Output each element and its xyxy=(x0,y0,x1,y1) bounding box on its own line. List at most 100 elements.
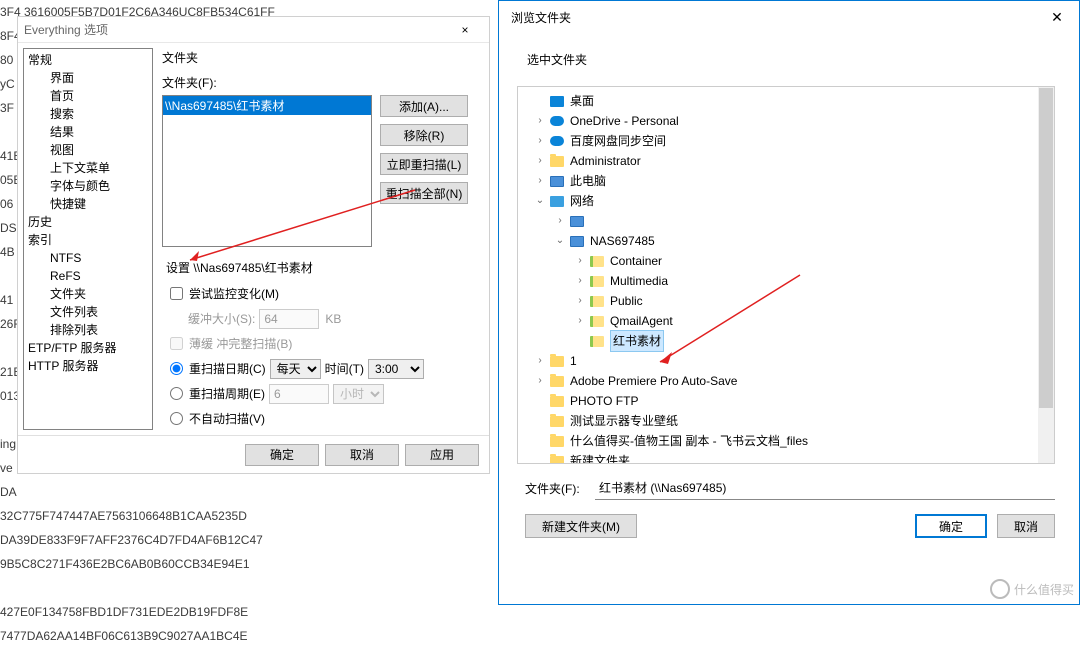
cancel-button[interactable]: 取消 xyxy=(325,444,399,466)
folder-icon xyxy=(548,373,566,389)
folder-field-label: 文件夹(F): xyxy=(162,74,483,91)
folder-tree-node[interactable]: › 百度网盘同步空间 xyxy=(518,131,1054,151)
tree-node[interactable]: 文件夹 xyxy=(28,285,148,303)
dilute-scan-label: 薄缓 冲完整扫描(B) xyxy=(189,335,292,352)
folder-tree-node[interactable]: 测试显示器专业壁纸 xyxy=(518,411,1054,431)
scrollbar-thumb[interactable] xyxy=(1039,88,1053,408)
folder-tree-node[interactable]: 新建文件夹 xyxy=(518,451,1054,464)
tree-node[interactable]: HTTP 服务器 xyxy=(28,357,148,375)
close-icon[interactable]: × xyxy=(445,23,485,37)
scrollbar[interactable] xyxy=(1038,87,1054,463)
titlebar[interactable]: 浏览文件夹 ✕ xyxy=(499,1,1079,33)
folder-list-item[interactable]: \\Nas697485\红书素材 xyxy=(163,96,371,115)
tree-node[interactable]: 搜索 xyxy=(28,105,148,123)
dilute-scan-checkbox[interactable] xyxy=(170,337,183,350)
ok-button[interactable]: 确定 xyxy=(915,514,987,538)
folder-icon xyxy=(548,393,566,409)
pc-icon xyxy=(568,233,586,249)
folder-tree-node[interactable]: › 1 xyxy=(518,351,1054,371)
rescan-cycle-radio[interactable] xyxy=(170,387,183,400)
folder-tree-node[interactable]: › Container xyxy=(518,251,1054,271)
folder-tree-node[interactable]: › Adobe Premiere Pro Auto-Save xyxy=(518,371,1054,391)
tree-node[interactable]: ETP/FTP 服务器 xyxy=(28,339,148,357)
chevron-icon[interactable]: › xyxy=(532,151,548,171)
buffer-unit: KB xyxy=(325,312,341,326)
tree-node[interactable]: NTFS xyxy=(28,249,148,267)
cycle-value-input[interactable] xyxy=(269,384,329,404)
cloud-icon xyxy=(548,133,566,149)
folder-tree-node[interactable]: › 此电脑 xyxy=(518,171,1054,191)
chevron-icon[interactable]: › xyxy=(572,291,588,311)
folder-label: 1 xyxy=(570,351,577,371)
rescan-date-select[interactable]: 每天 xyxy=(270,359,321,379)
folder-tree-node[interactable]: › xyxy=(518,211,1054,231)
chevron-icon[interactable]: › xyxy=(532,131,548,151)
folder-tree-node[interactable]: › Administrator xyxy=(518,151,1054,171)
folder-tree-node[interactable]: › QmailAgent xyxy=(518,311,1054,331)
folder-tree[interactable]: 桌面 › OneDrive - Personal › 百度网盘同步空间 › Ad… xyxy=(517,86,1055,464)
tree-node[interactable]: 界面 xyxy=(28,69,148,87)
tree-node[interactable]: 历史 xyxy=(28,213,148,231)
titlebar[interactable]: Everything 选项 × xyxy=(18,17,489,43)
folder-icon xyxy=(548,453,566,464)
tree-node[interactable]: 快捷键 xyxy=(28,195,148,213)
chevron-icon[interactable]: › xyxy=(572,251,588,271)
chevron-icon[interactable]: › xyxy=(532,371,548,391)
close-icon[interactable]: ✕ xyxy=(1035,2,1079,32)
folder-tree-node[interactable]: › Public xyxy=(518,291,1054,311)
time-label: 时间(T) xyxy=(325,360,364,377)
time-select[interactable]: 3:00 xyxy=(368,359,424,379)
cancel-button[interactable]: 取消 xyxy=(997,514,1055,538)
folder-label: Administrator xyxy=(570,151,641,171)
tree-node[interactable]: 索引 xyxy=(28,231,148,249)
folder-tree-node[interactable]: 桌面 xyxy=(518,91,1054,111)
chevron-icon[interactable]: › xyxy=(532,351,548,371)
apply-button[interactable]: 应用 xyxy=(405,444,479,466)
folder-tree-node[interactable]: 什么值得买-值物王国 副本 - 飞书云文档_files xyxy=(518,431,1054,451)
chevron-icon[interactable]: › xyxy=(532,111,548,131)
chevron-icon[interactable]: ⌄ xyxy=(532,191,548,211)
tree-node[interactable]: 字体与颜色 xyxy=(28,177,148,195)
remove-button[interactable]: 移除(R) xyxy=(380,124,468,146)
folder-open-icon xyxy=(588,273,606,289)
folder-label: PHOTO FTP xyxy=(570,391,638,411)
add-button[interactable]: 添加(A)... xyxy=(380,95,468,117)
rescan-date-radio[interactable] xyxy=(170,362,183,375)
tree-node[interactable]: 上下文菜单 xyxy=(28,159,148,177)
tree-node[interactable]: 结果 xyxy=(28,123,148,141)
pc-icon xyxy=(548,173,566,189)
folder-tree-node[interactable]: PHOTO FTP xyxy=(518,391,1054,411)
chevron-icon[interactable]: › xyxy=(572,311,588,331)
chevron-icon[interactable]: › xyxy=(572,271,588,291)
buffer-size-input[interactable] xyxy=(259,309,319,329)
tree-node[interactable]: 常规 xyxy=(28,51,148,69)
folder-path-input[interactable] xyxy=(595,476,1055,500)
folder-icon xyxy=(548,433,566,449)
category-tree[interactable]: 常规界面首页搜索结果视图上下文菜单字体与颜色快捷键历史索引NTFSReFS文件夹… xyxy=(23,48,153,430)
tree-node[interactable]: 文件列表 xyxy=(28,303,148,321)
folder-label: Multimedia xyxy=(610,271,668,291)
tree-node[interactable]: 首页 xyxy=(28,87,148,105)
new-folder-button[interactable]: 新建文件夹(M) xyxy=(525,514,637,538)
rescan-all-button[interactable]: 重扫描全部(N) xyxy=(380,182,468,204)
cycle-unit-select[interactable]: 小时 xyxy=(333,384,384,404)
chevron-icon[interactable]: › xyxy=(552,211,568,231)
folder-tree-node[interactable]: 红书素材 xyxy=(518,331,1054,351)
chevron-icon[interactable]: › xyxy=(532,171,548,191)
folder-tree-node[interactable]: › OneDrive - Personal xyxy=(518,111,1054,131)
folder-field-label: 文件夹(F): xyxy=(525,480,595,497)
monitor-changes-checkbox[interactable] xyxy=(170,287,183,300)
folder-label: 测试显示器专业壁纸 xyxy=(570,411,678,431)
rescan-date-label: 重扫描日期(C) xyxy=(189,360,266,377)
no-auto-scan-radio[interactable] xyxy=(170,412,183,425)
tree-node[interactable]: ReFS xyxy=(28,267,148,285)
folder-tree-node[interactable]: ⌄ NAS697485 xyxy=(518,231,1054,251)
folder-listbox[interactable]: \\Nas697485\红书素材 xyxy=(162,95,372,247)
rescan-now-button[interactable]: 立即重扫描(L) xyxy=(380,153,468,175)
chevron-icon[interactable]: ⌄ xyxy=(552,231,568,251)
tree-node[interactable]: 排除列表 xyxy=(28,321,148,339)
tree-node[interactable]: 视图 xyxy=(28,141,148,159)
ok-button[interactable]: 确定 xyxy=(245,444,319,466)
folder-tree-node[interactable]: › Multimedia xyxy=(518,271,1054,291)
folder-tree-node[interactable]: ⌄ 网络 xyxy=(518,191,1054,211)
